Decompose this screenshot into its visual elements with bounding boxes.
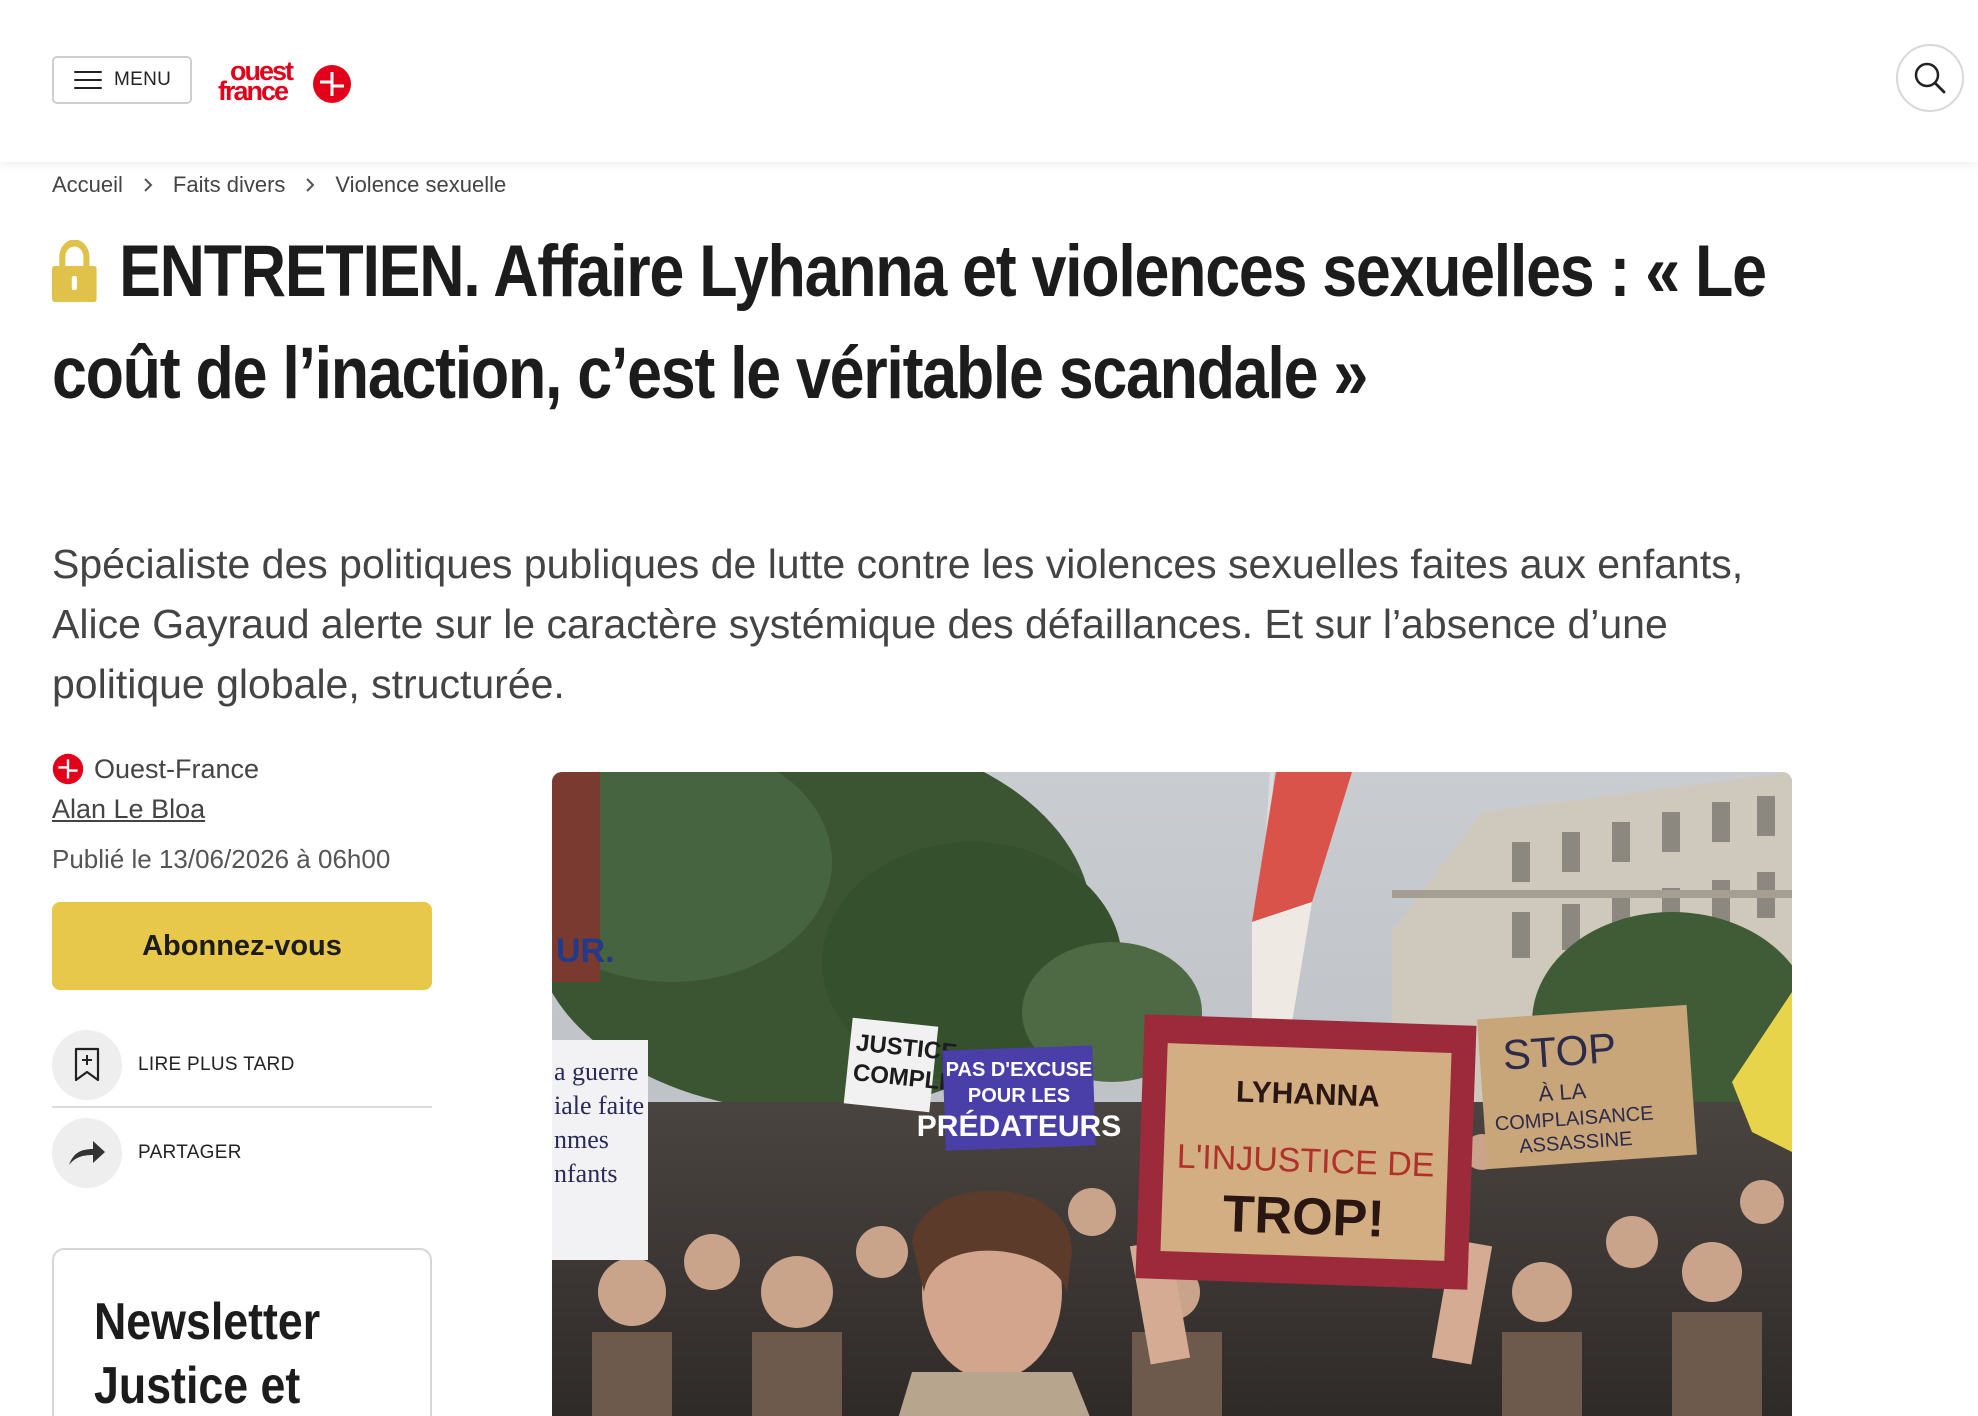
logo-mark-icon [313,65,351,103]
sign-stop-line: STOP [1501,1024,1618,1079]
author-link[interactable]: Alan Le Bloa [52,794,205,825]
chevron-right-icon [305,177,315,193]
newsletter-title: Newsletter Justice et [94,1293,321,1415]
article-title: ENTRETIEN. Affaire Lyhanna et violences … [52,224,1772,422]
menu-label: MENU [114,69,172,90]
breadcrumb: Accueil Faits divers Violence sexuelle [52,172,506,198]
subscribe-button[interactable]: Abonnez-vous [52,902,432,990]
site-header: MENU ouest france [0,0,1978,162]
breadcrumb-violence-sexuelle[interactable]: Violence sexuelle [335,172,506,198]
hamburger-icon [74,71,102,89]
read-later-button[interactable]: LIRE PLUS TARD [52,1030,432,1100]
bookmark-add-icon [52,1030,122,1100]
sign-excuse-line: PRÉDATEURS [917,1109,1121,1143]
breadcrumb-faits-divers[interactable]: Faits divers [173,172,285,198]
ouest-france-logo[interactable]: ouest france [216,52,356,112]
sign-left-line: iale faite [554,1091,644,1120]
divider [52,1106,432,1108]
share-arrow-icon [52,1118,122,1188]
source-name: Ouest-France [94,753,260,784]
breadcrumb-home[interactable]: Accueil [52,172,123,198]
article-source: Ouest-France [52,753,259,785]
sign-excuse-line: POUR LES [968,1085,1070,1107]
protest-photo: a guerre iale faite nmes nfants UR. JUST… [552,772,1792,1416]
sign-center-line: LYHANNA [1236,1076,1381,1114]
sign-excuse-line: PAS D'EXCUSE [946,1059,1093,1081]
newsletter-card[interactable]: Newsletter Justice et [52,1248,432,1416]
search-icon [1914,62,1946,94]
article-lead: Spécialiste des politiques publiques de … [52,541,1744,707]
sign-left-line: a guerre [554,1057,638,1086]
lock-icon [52,230,97,326]
logo-word-france: france [218,76,289,106]
sign-left-line: nfants [554,1159,618,1188]
sign-stop-line: À LA [1538,1078,1588,1106]
chevron-right-icon [143,177,153,193]
article-title-text: ENTRETIEN. Affaire Lyhanna et violences … [52,231,1767,414]
publication-date: Publié le 13/06/2026 à 06h00 [52,844,391,874]
article-hero-image: a guerre iale faite nmes nfants UR. JUST… [552,772,1792,1416]
sign-center-line: TROP! [1222,1185,1386,1249]
ouest-france-mark-icon [52,753,84,785]
sign-left-line: nmes [554,1125,609,1154]
read-later-label: LIRE PLUS TARD [138,1054,295,1075]
share-label: PARTAGER [138,1142,242,1163]
search-button[interactable] [1896,44,1964,112]
share-button[interactable]: PARTAGER [52,1118,432,1188]
sign-ur: UR. [556,932,615,970]
menu-button[interactable]: MENU [52,56,192,104]
